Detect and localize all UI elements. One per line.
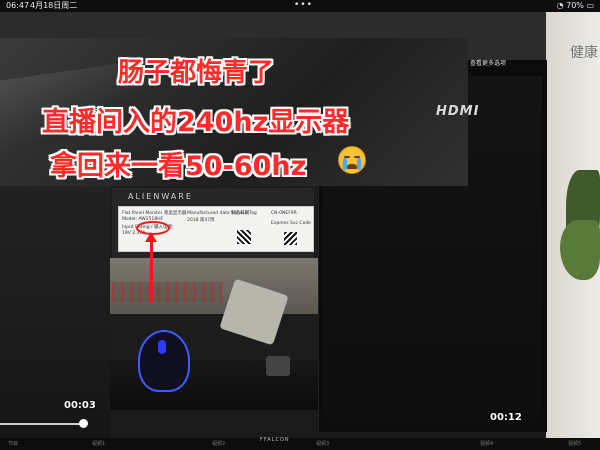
red-arrow-shaft bbox=[150, 240, 153, 302]
gaming-mouse bbox=[138, 330, 190, 392]
cable-clip bbox=[266, 356, 290, 376]
caption-line-1: 肠子都悔青了 bbox=[118, 58, 275, 88]
status-date: 4月18日周二 bbox=[30, 1, 78, 10]
caption-line-3: 拿回来一看50-60hz bbox=[50, 151, 307, 182]
hdmi-logo: HDMI bbox=[436, 104, 480, 119]
wifi-icon: ◔ bbox=[556, 1, 564, 10]
battery-percent: 70% bbox=[566, 1, 584, 10]
status-time: 06:47 bbox=[6, 1, 30, 10]
plant-image-2 bbox=[560, 220, 600, 280]
battery-icon: ▭ bbox=[586, 1, 594, 10]
label-line: Flat Panel Monitor 液晶显示器 bbox=[122, 211, 187, 216]
bottom-item[interactable]: 视频1 bbox=[92, 440, 105, 447]
mouse-wheel bbox=[158, 340, 166, 354]
progress-track[interactable] bbox=[0, 423, 84, 425]
bottom-item[interactable]: 视频2 bbox=[212, 440, 225, 447]
keyboard-lights bbox=[112, 282, 222, 302]
bottom-item[interactable]: 视频4 bbox=[480, 440, 493, 447]
bottom-item[interactable]: 节目 bbox=[8, 440, 18, 447]
label-line: Express Svc Code bbox=[271, 221, 311, 226]
caption-line-2: 直播间入的240hz显示器 bbox=[42, 107, 350, 138]
alienware-logo: ALIENWARE bbox=[128, 192, 193, 201]
video-time-left: 00:03 bbox=[64, 400, 96, 411]
tv-brand-label: FFALCON bbox=[260, 437, 290, 443]
qr-code bbox=[237, 230, 251, 244]
bottom-item[interactable]: 视频3 bbox=[316, 440, 329, 447]
qr-code bbox=[284, 232, 297, 245]
crying-face-icon bbox=[338, 146, 366, 174]
status-right: ◔ 70% ▭ bbox=[557, 0, 594, 12]
red-circle-annotation bbox=[136, 221, 170, 235]
status-bar: 06:47 4月18日周二 ••• ◔ 70% ▭ bbox=[0, 0, 600, 12]
label-line: 2018 第47周 bbox=[187, 218, 215, 223]
bottom-bar bbox=[0, 438, 600, 450]
wall-text: 健康 bbox=[570, 45, 598, 61]
label-line: CN-0NEF9R bbox=[271, 211, 297, 216]
multitask-dots-icon[interactable]: ••• bbox=[294, 0, 313, 11]
progress-knob[interactable] bbox=[79, 419, 88, 428]
bottom-item[interactable]: 视频5 bbox=[568, 440, 581, 447]
label-line: Service Tag bbox=[231, 211, 257, 216]
video-time-right: 00:12 bbox=[490, 412, 522, 423]
screen-subtitle: 查看更多选项 bbox=[470, 60, 507, 67]
